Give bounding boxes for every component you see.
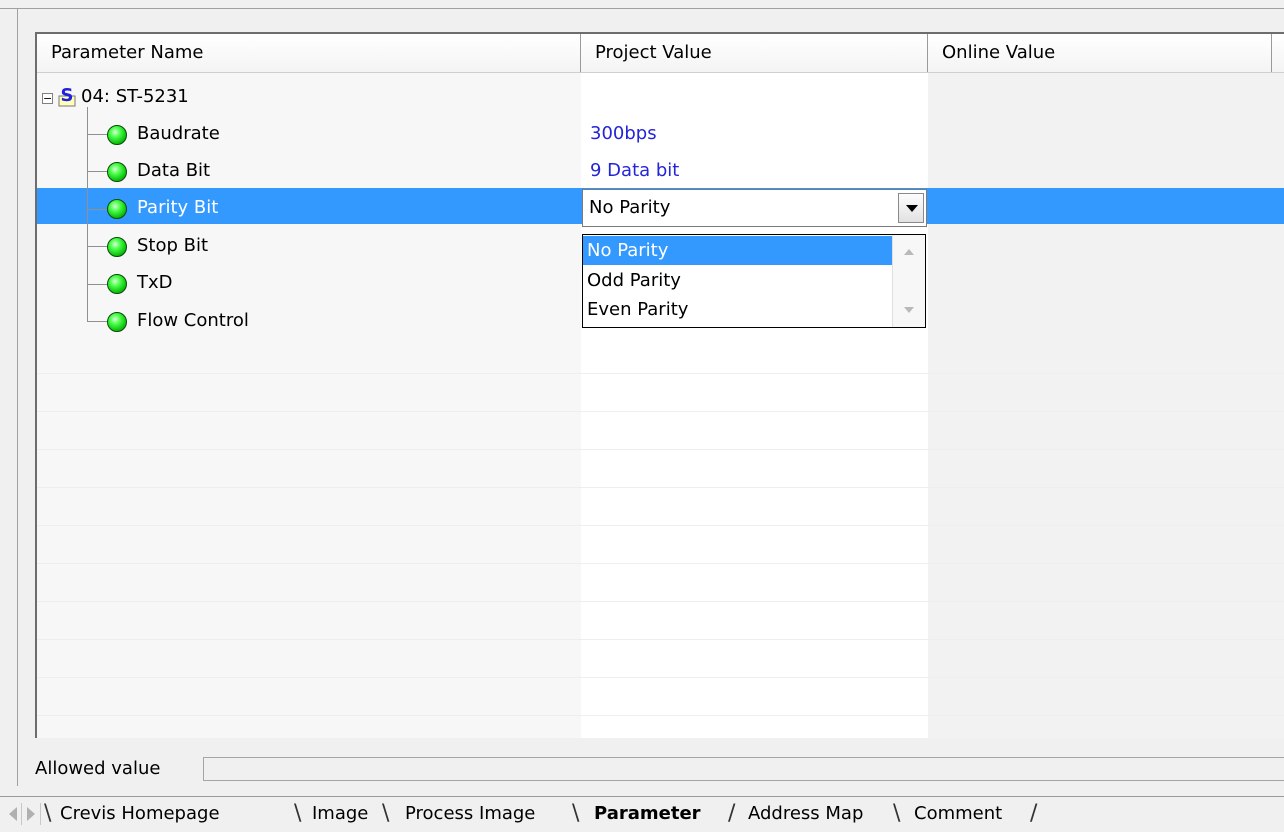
param-row-parity-bit[interactable]: Parity Bit No Parity	[37, 189, 1284, 227]
dropdown-option-odd-parity[interactable]: Odd Parity	[583, 266, 893, 295]
dropdown-arrow-button[interactable]	[898, 193, 924, 223]
collapse-icon[interactable]: −	[42, 93, 53, 104]
tab-address-map[interactable]: Address Map	[748, 797, 863, 831]
window-left-border	[17, 8, 18, 786]
param-name: Parity Bit	[137, 197, 219, 218]
param-project-value[interactable]: 9 Data bit	[582, 152, 679, 190]
column-header-parameter-name[interactable]: Parameter Name	[37, 34, 581, 72]
combobox-value: No Parity	[589, 197, 671, 218]
param-name: Stop Bit	[137, 235, 209, 256]
status-led-icon	[107, 312, 127, 332]
status-led-icon	[107, 125, 127, 145]
dropdown-scrollbar[interactable]	[892, 235, 925, 327]
parity-dropdown-list[interactable]: No Parity Odd Parity Even Parity	[582, 234, 926, 328]
status-led-icon	[107, 162, 127, 182]
tab-scroll-left-icon[interactable]	[9, 807, 17, 821]
column-header-project-value[interactable]: Project Value	[581, 34, 928, 72]
tab-parameter[interactable]: Parameter	[594, 797, 701, 831]
tab-image[interactable]: Image	[312, 797, 368, 831]
allowed-value-label: Allowed value	[35, 758, 161, 779]
svg-text:S: S	[61, 85, 74, 106]
bottom-tab-bar: \ Crevis Homepage \ Image \ Process Imag…	[0, 796, 1284, 832]
status-led-icon	[107, 274, 127, 294]
s-module-icon: S	[58, 85, 76, 107]
status-led-icon	[107, 237, 127, 257]
parity-combobox[interactable]: No Parity	[582, 189, 927, 227]
root-label: 04: ST-5231	[81, 86, 189, 107]
tab-scroll-right-icon[interactable]	[27, 807, 35, 821]
tab-comment[interactable]: Comment	[914, 797, 1002, 831]
dropdown-option-no-parity[interactable]: No Parity	[583, 236, 893, 265]
scroll-up-arrow-icon[interactable]	[904, 249, 914, 255]
param-row-baudrate[interactable]: Baudrate 300bps	[37, 115, 1284, 153]
column-header-extra	[1272, 34, 1284, 72]
window-top-border	[0, 0, 1284, 9]
tab-crevis-homepage[interactable]: Crevis Homepage	[60, 797, 220, 831]
column-header-online-value[interactable]: Online Value	[928, 34, 1272, 72]
param-name: Flow Control	[137, 310, 249, 331]
tree-root-row[interactable]: − S 04: ST-5231	[37, 78, 1284, 116]
scroll-down-arrow-icon[interactable]	[904, 307, 914, 313]
param-project-value[interactable]: 300bps	[582, 115, 657, 153]
param-name: Baudrate	[137, 123, 220, 144]
status-led-icon	[107, 199, 127, 219]
dropdown-option-even-parity[interactable]: Even Parity	[583, 295, 893, 324]
tab-process-image[interactable]: Process Image	[405, 797, 535, 831]
param-name: TxD	[137, 272, 173, 293]
parameter-grid[interactable]: Parameter Name Project Value Online Valu…	[35, 32, 1284, 738]
param-row-data-bit[interactable]: Data Bit 9 Data bit	[37, 152, 1284, 190]
grid-header: Parameter Name Project Value Online Valu…	[37, 34, 1284, 73]
param-name: Data Bit	[137, 160, 211, 181]
allowed-value-field	[203, 757, 1284, 781]
